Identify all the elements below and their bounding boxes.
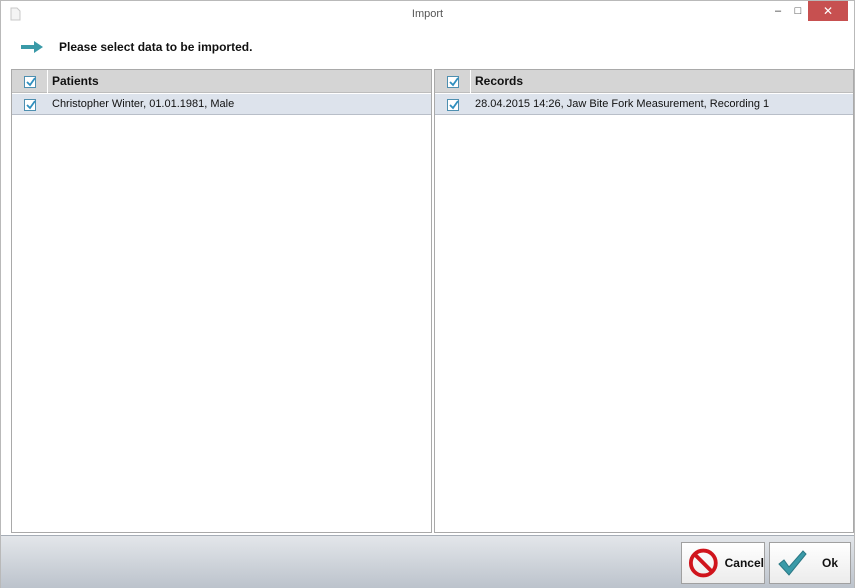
patients-select-all-cell <box>12 70 48 93</box>
record-row-checkbox[interactable] <box>447 98 459 111</box>
records-header: Records <box>435 70 853 93</box>
records-select-all-checkbox[interactable] <box>446 75 459 88</box>
close-button[interactable]: ✕ <box>808 1 848 21</box>
patient-row-checkbox[interactable] <box>24 98 36 111</box>
record-row-label: 28.04.2015 14:26, Jaw Bite Fork Measurem… <box>475 98 770 110</box>
ok-button[interactable]: Ok <box>769 542 851 584</box>
patients-header-label: Patients <box>52 74 99 88</box>
window-controls: – □ ✕ <box>768 1 848 21</box>
maximize-button[interactable]: □ <box>788 1 808 21</box>
checkmark-icon <box>778 550 807 576</box>
patients-header: Patients <box>12 70 431 93</box>
list-item[interactable]: Christopher Winter, 01.01.1981, Male <box>12 94 431 115</box>
records-header-label: Records <box>475 74 524 88</box>
import-dialog: Import – □ ✕ Please select data to be im… <box>0 0 855 588</box>
checkmark-icon <box>25 76 36 86</box>
title-bar: Import – □ ✕ <box>1 1 854 28</box>
minimize-button[interactable]: – <box>768 1 788 21</box>
list-item[interactable]: 28.04.2015 14:26, Jaw Bite Fork Measurem… <box>435 94 853 115</box>
instruction-text: Please select data to be imported. <box>59 40 253 54</box>
window-title: Import <box>411 8 444 20</box>
ok-button-label: Ok <box>822 556 839 570</box>
checkmark-icon <box>448 76 459 86</box>
patient-row-label: Christopher Winter, 01.01.1981, Male <box>52 98 235 110</box>
records-panel: Records 28.04.2015 14:26, Jaw Bite Fork … <box>434 69 854 533</box>
checkmark-icon <box>26 99 36 109</box>
instruction-bar: Please select data to be imported. <box>1 28 854 68</box>
row-checkbox-cell <box>12 94 48 115</box>
patients-select-all-checkbox[interactable] <box>23 75 36 88</box>
arrow-right-icon <box>21 41 43 53</box>
button-bar: Cancel Ok <box>1 535 854 588</box>
cancel-button[interactable]: Cancel <box>681 542 765 584</box>
checkmark-icon <box>449 99 459 109</box>
patients-panel: Patients Christopher Winter, 01.01.1981,… <box>11 69 432 533</box>
no-entry-icon <box>688 548 718 578</box>
records-select-all-cell <box>435 70 471 93</box>
row-checkbox-cell <box>435 94 471 115</box>
cancel-button-label: Cancel <box>724 556 764 570</box>
